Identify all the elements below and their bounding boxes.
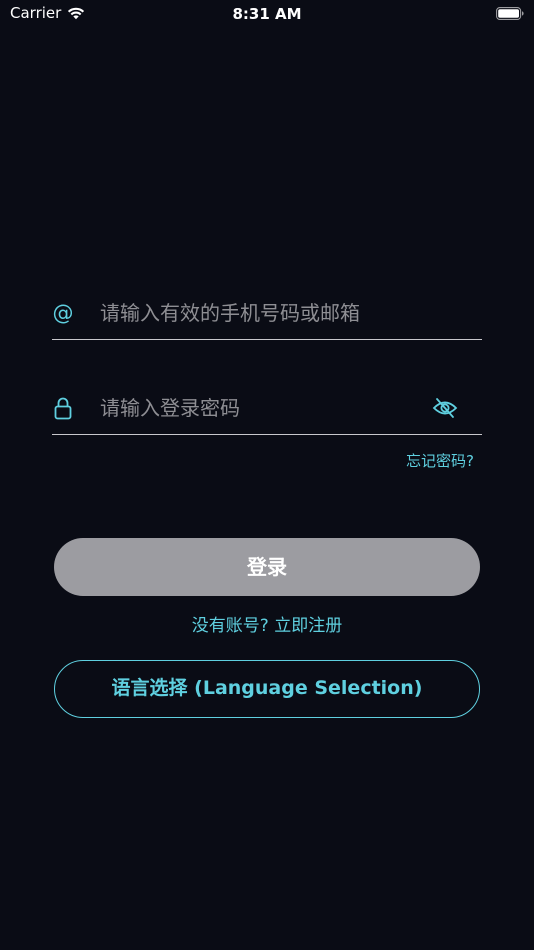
email-input[interactable] xyxy=(100,296,420,330)
status-time: 8:31 AM xyxy=(232,5,302,23)
language-selection-button[interactable]: 语言选择 (Language Selection) xyxy=(54,660,480,718)
battery-icon xyxy=(496,7,524,20)
at-sign-icon: @ xyxy=(52,301,74,325)
status-bar: Carrier 8:31 AM xyxy=(0,0,534,30)
email-field: @ xyxy=(52,290,482,340)
password-field xyxy=(52,385,482,435)
password-input[interactable] xyxy=(100,391,420,425)
register-link[interactable]: 没有账号? 立即注册 xyxy=(0,611,534,636)
lock-icon xyxy=(52,396,74,420)
eye-slash-icon xyxy=(432,398,458,418)
password-visibility-toggle[interactable] xyxy=(432,396,458,420)
login-button[interactable]: 登录 xyxy=(54,538,480,596)
forgot-password-link[interactable]: 忘记密码? xyxy=(406,450,474,471)
